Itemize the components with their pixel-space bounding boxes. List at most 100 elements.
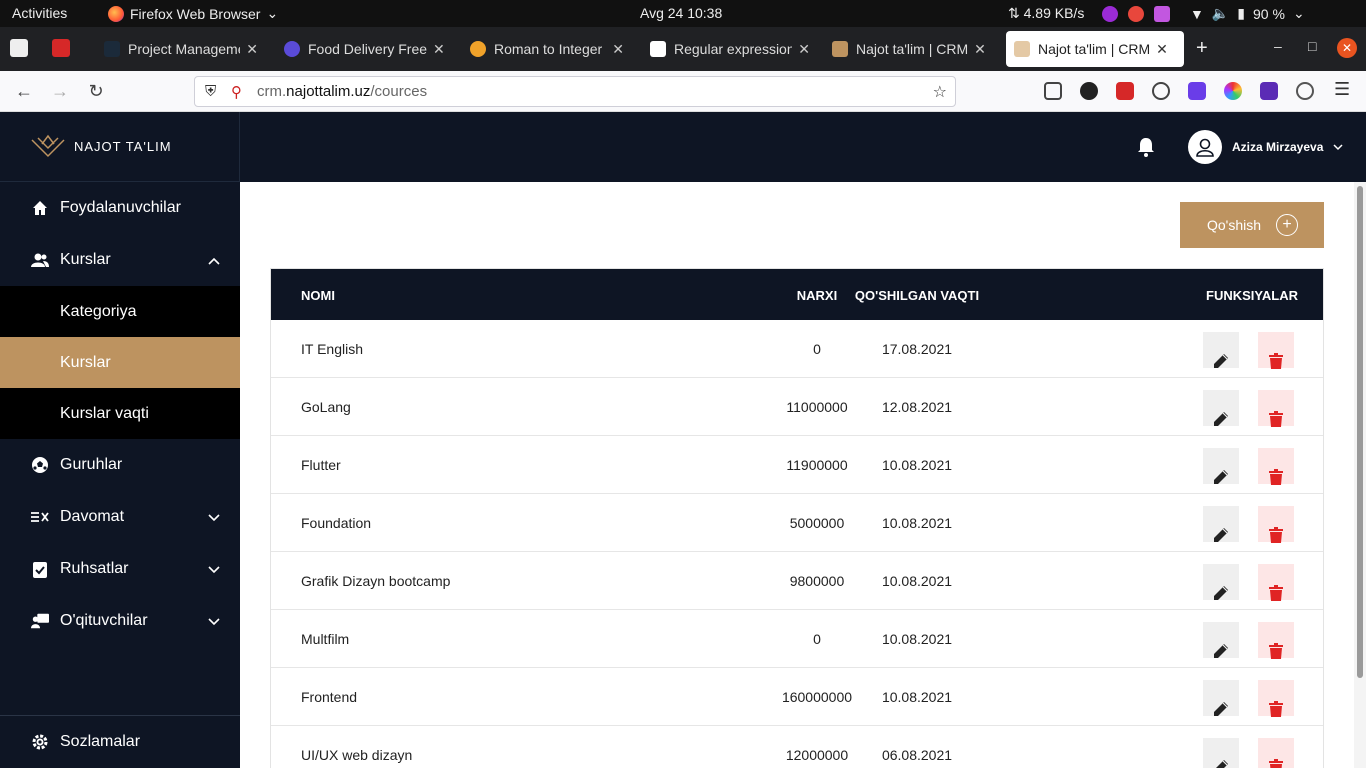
hamburger-menu-icon[interactable]: ☰ (1334, 79, 1350, 100)
sidebar-item-permissions[interactable]: Ruhsatlar (0, 543, 240, 595)
course-name: UI/UX web dizayn (301, 747, 413, 763)
delete-button[interactable] (1258, 564, 1294, 601)
browser-tab[interactable]: Najot ta'lim | CRM ✕ (824, 31, 1000, 67)
delete-button[interactable] (1258, 332, 1294, 369)
course-name: Multfilm (301, 631, 350, 647)
delete-button[interactable] (1258, 680, 1294, 717)
delete-button[interactable] (1258, 738, 1294, 768)
course-name: GoLang (301, 399, 351, 415)
tray-app-icon[interactable] (1128, 5, 1144, 22)
delete-button[interactable] (1258, 622, 1294, 659)
edit-button[interactable] (1203, 448, 1239, 484)
brand[interactable]: NAJOT TA'LIM (0, 112, 240, 182)
tray-app-icon[interactable] (1154, 5, 1170, 22)
browser-tab[interactable]: Project Manageme ✕ (96, 31, 266, 67)
scrollbar-thumb[interactable] (1357, 186, 1363, 678)
url-text[interactable]: crm.najottalim.uz/cources (257, 83, 427, 100)
course-name: IT English (301, 341, 363, 357)
battery-icon[interactable]: ▮ (1237, 5, 1245, 22)
url-bar[interactable]: ⛨ ⚲ crm.najottalim.uz/cources ☆ (194, 76, 956, 107)
table-row: Frontend 160000000 10.08.2021 (271, 668, 1323, 726)
wifi-icon[interactable]: ▼ (1190, 6, 1204, 22)
compass-icon[interactable] (1296, 82, 1314, 100)
checklist-icon (31, 508, 49, 526)
tray-app-icon[interactable] (1102, 5, 1118, 22)
column-header-date: QO'SHILGAN VAQTI (854, 288, 980, 303)
app-menu[interactable]: Firefox Web Browser ⌄ (108, 5, 278, 22)
close-tab-icon[interactable]: ✕ (974, 41, 986, 58)
browser-tab[interactable]: Food Delivery Free ✕ (276, 31, 454, 67)
sidebar-item-settings[interactable]: Sozlamalar (0, 715, 240, 768)
sidebar-subitem-category[interactable]: Kategoriya (0, 286, 240, 337)
edit-button[interactable] (1203, 564, 1239, 600)
delete-button[interactable] (1258, 390, 1294, 427)
sidebar-item-users[interactable]: Foydalanuvchilar (0, 182, 240, 234)
color-picker-icon[interactable] (1224, 82, 1242, 100)
browser-tab-active[interactable]: Najot ta'lim | CRM ✕ (1006, 31, 1184, 67)
sidebar-subitem-courses[interactable]: Kurslar (0, 337, 240, 388)
new-tab-icon[interactable]: + (1196, 37, 1208, 60)
sidebar-item-courses[interactable]: Kurslar (0, 234, 240, 286)
shield-icon[interactable]: ⛨ (205, 83, 216, 100)
sidebar-item-label: Kurslar (60, 251, 111, 268)
maximize-icon[interactable]: □ (1308, 38, 1316, 54)
sidebar-item-teachers[interactable]: O'qituvchilar (0, 595, 240, 647)
sidebar-item-groups[interactable]: Guruhlar (0, 439, 240, 491)
tab-strip: Project Manageme ✕ Food Delivery Free ✕ … (0, 27, 1366, 71)
bell-icon[interactable] (1137, 137, 1155, 157)
avatar (1188, 130, 1222, 164)
sidebar-item-attendance[interactable]: Davomat (0, 491, 240, 543)
brand-name: NAJOT TA'LIM (74, 139, 172, 154)
browser-tab[interactable]: Regular expression ✕ (642, 31, 818, 67)
user-menu[interactable]: Aziza Mirzayeva (1188, 130, 1343, 164)
extension-icon[interactable] (1260, 82, 1278, 100)
insecure-lock-icon[interactable]: ⚲ (231, 83, 242, 101)
chevron-down-icon[interactable]: ⌄ (1293, 5, 1305, 22)
ublock-icon[interactable] (1116, 82, 1134, 100)
pencil-icon (1213, 643, 1229, 662)
edit-button[interactable] (1203, 332, 1239, 368)
delete-button[interactable] (1258, 448, 1294, 485)
edit-button[interactable] (1203, 622, 1239, 658)
reload-icon[interactable]: ↻ (84, 79, 108, 103)
close-tab-icon[interactable]: ✕ (1156, 41, 1168, 58)
forward-icon[interactable]: → (48, 79, 72, 103)
activities-button[interactable]: Activities (12, 5, 67, 21)
pinned-tab-icon[interactable] (52, 39, 70, 57)
back-icon[interactable]: ← (12, 79, 36, 103)
edit-button[interactable] (1203, 738, 1239, 768)
close-tab-icon[interactable]: ✕ (433, 41, 445, 58)
edit-button[interactable] (1203, 680, 1239, 716)
crown-icon (284, 41, 300, 57)
close-window-icon[interactable]: ✕ (1337, 38, 1357, 58)
close-tab-icon[interactable]: ✕ (246, 41, 258, 58)
edit-button[interactable] (1203, 506, 1239, 542)
scrollbar[interactable] (1354, 182, 1366, 768)
browser-tab[interactable]: Roman to Integer - ✕ (462, 31, 632, 67)
add-course-button[interactable]: Qo'shish + (1180, 202, 1324, 248)
extension-badge-icon[interactable] (1152, 82, 1170, 100)
battery-percent[interactable]: 90 % (1253, 6, 1285, 22)
edit-button[interactable] (1203, 390, 1239, 426)
course-date: 10.08.2021 (881, 689, 953, 705)
app-header: Aziza Mirzayeva (240, 112, 1366, 182)
volume-icon[interactable]: 🔈 (1212, 5, 1229, 22)
sidebar-subitem-course-times[interactable]: Kurslar vaqti (0, 388, 240, 439)
close-tab-icon[interactable]: ✕ (612, 41, 624, 58)
table-row: GoLang 11000000 12.08.2021 (271, 378, 1323, 436)
minimize-icon[interactable]: – (1274, 38, 1282, 54)
notion-pinned-tab-icon[interactable] (10, 39, 28, 57)
pencil-icon (1213, 759, 1229, 768)
close-tab-icon[interactable]: ✕ (798, 41, 810, 58)
pocket-icon[interactable] (1044, 82, 1062, 100)
url-domain: najottalim.uz (286, 83, 371, 100)
delete-button[interactable] (1258, 506, 1294, 543)
clock[interactable]: Avg 24 10:38 (640, 5, 722, 21)
course-date: 10.08.2021 (881, 515, 953, 531)
bookmark-star-icon[interactable]: ☆ (933, 82, 947, 102)
gnome-icon[interactable] (1080, 82, 1098, 100)
chevron-down-icon: ⌄ (266, 5, 279, 21)
course-name: Grafik Dizayn bootcamp (301, 573, 451, 589)
extension-icon[interactable] (1188, 82, 1206, 100)
pencil-icon (1213, 701, 1229, 720)
